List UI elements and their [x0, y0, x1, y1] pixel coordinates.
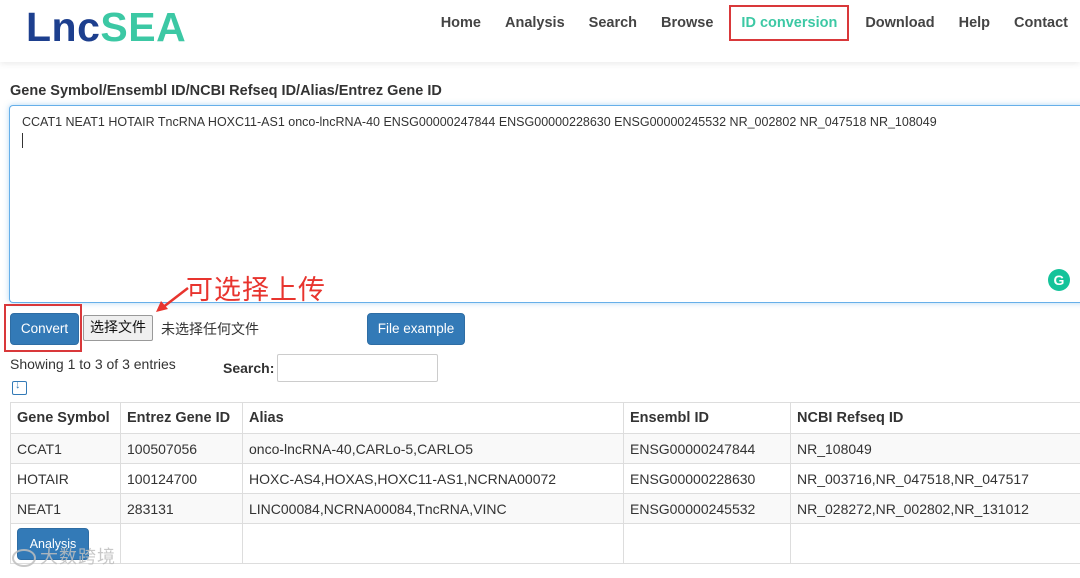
watermark-logo-icon [12, 549, 36, 567]
nav-id-conversion[interactable]: ID conversion [729, 5, 850, 41]
grammarly-icon[interactable]: G [1048, 269, 1070, 291]
text-caret [22, 133, 23, 148]
cell-gene-symbol: CCAT1 [10, 433, 121, 464]
cell-entrez-id: 283131 [120, 493, 243, 524]
col-header-gene-symbol[interactable]: Gene Symbol [10, 402, 121, 434]
nav-analysis[interactable]: Analysis [493, 5, 577, 41]
table-search-label: Search: [223, 360, 275, 376]
nav-search[interactable]: Search [577, 5, 649, 41]
table-row: HOTAIR 100124700 HOXC-AS4,HOXAS,HOXC11-A… [10, 463, 1080, 494]
main-nav: Home Analysis Search Browse ID conversio… [429, 0, 1080, 46]
col-header-alias[interactable]: Alias [242, 402, 624, 434]
analysis-row: Analysis [10, 523, 1080, 564]
gene-id-textarea-value: CCAT1 NEAT1 HOTAIR TncRNA HOXC11-AS1 onc… [22, 115, 937, 129]
download-icon[interactable] [12, 379, 27, 395]
annotation-arrow-icon [156, 287, 189, 312]
file-example-button[interactable]: File example [367, 313, 465, 345]
cell-ncbi-refseq-id: NR_108049 [790, 433, 1080, 464]
cell-ensembl-id: ENSG00000245532 [623, 493, 791, 524]
logo-part-sea: SEA [100, 4, 187, 50]
logo-part-lnc: Lnc [26, 4, 101, 50]
nav-download[interactable]: Download [853, 5, 946, 41]
table-row: NEAT1 283131 LINC00084,NCRNA00084,TncRNA… [10, 493, 1080, 524]
table-header-row: Gene Symbol Entrez Gene ID Alias Ensembl… [10, 402, 1080, 434]
choose-file-button[interactable]: 选择文件 [83, 315, 153, 341]
cell-entrez-id: 100124700 [120, 463, 243, 494]
nav-help[interactable]: Help [947, 5, 1002, 41]
cell-alias: HOXC-AS4,HOXAS,HOXC11-AS1,NCRNA00072 [242, 463, 624, 494]
nav-contact[interactable]: Contact [1002, 5, 1080, 41]
cell-gene-symbol: HOTAIR [10, 463, 121, 494]
watermark: 大数跨境 [12, 543, 116, 569]
table-row: CCAT1 100507056 onco-lncRNA-40,CARLo-5,C… [10, 433, 1080, 464]
cell-ensembl-id: ENSG00000247844 [623, 433, 791, 464]
cell-entrez-id: 100507056 [120, 433, 243, 464]
cell-gene-symbol: NEAT1 [10, 493, 121, 524]
results-table: Gene Symbol Entrez Gene ID Alias Ensembl… [10, 402, 1080, 564]
cell-alias: LINC00084,NCRNA00084,TncRNA,VINC [242, 493, 624, 524]
nav-home[interactable]: Home [429, 5, 493, 41]
col-header-ncbi-refseq-id[interactable]: NCBI Refseq ID [790, 402, 1080, 434]
gene-id-textarea[interactable]: CCAT1 NEAT1 HOTAIR TncRNA HOXC11-AS1 onc… [9, 105, 1080, 303]
cell-ncbi-refseq-id: NR_028272,NR_002802,NR_131012 [790, 493, 1080, 524]
upload-annotation-text: 可选择上传 [186, 275, 326, 306]
no-file-chosen-text: 未选择任何文件 [161, 322, 259, 338]
cell-alias: onco-lncRNA-40,CARLo-5,CARLO5 [242, 433, 624, 464]
table-search-input[interactable] [277, 354, 438, 382]
col-header-entrez-id[interactable]: Entrez Gene ID [120, 402, 243, 434]
col-header-ensembl-id[interactable]: Ensembl ID [623, 402, 791, 434]
watermark-text: 大数跨境 [40, 547, 116, 568]
nav-browse[interactable]: Browse [649, 5, 725, 41]
gene-id-input-label: Gene Symbol/Ensembl ID/NCBI Refseq ID/Al… [10, 83, 442, 99]
convert-button[interactable]: Convert [10, 313, 79, 345]
cell-ensembl-id: ENSG00000228630 [623, 463, 791, 494]
cell-ncbi-refseq-id: NR_003716,NR_047518,NR_047517 [790, 463, 1080, 494]
top-header: LncSEA Home Analysis Search Browse ID co… [0, 0, 1080, 62]
site-logo[interactable]: LncSEA [26, 4, 186, 51]
entries-info: Showing 1 to 3 of 3 entries [10, 356, 176, 372]
